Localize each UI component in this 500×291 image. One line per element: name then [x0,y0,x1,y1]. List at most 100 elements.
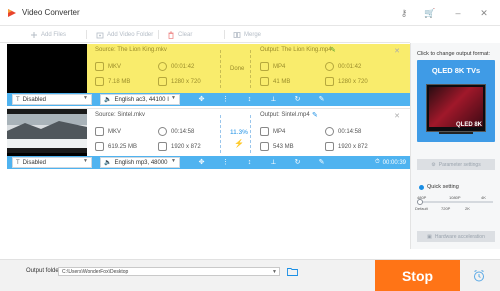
trim-icon[interactable]: ✥ [197,95,206,104]
add-files-button[interactable]: Add Files [30,29,66,40]
settings-icon: ⚙ [431,161,436,168]
quality-tick-label: 1080P [449,195,461,200]
clock-icon [325,62,334,71]
subtitle-dropdown[interactable]: T Disabled ▼ [12,94,92,105]
task-row[interactable]: Source: Sintel.mkv MKV 00:14:58 619.25 M… [7,108,410,159]
quality-slider[interactable] [417,199,493,205]
clear-button[interactable]: Clear [167,29,192,40]
cut-icon[interactable]: ↕ [245,158,254,167]
trim-icon[interactable]: ✥ [197,158,206,167]
hardware-acceleration-button[interactable]: ▣ Hardware acceleration [417,231,495,242]
edit-name-icon[interactable]: ✎ [330,46,336,54]
source-duration: 00:14:58 [158,127,194,136]
format-icon [95,127,104,136]
audio-value: English ac3, 44100 I [114,96,169,103]
clock-icon [158,62,167,71]
source-resolution: 1280 x 720 [158,77,201,86]
video-thumbnail[interactable] [7,44,87,94]
task-control-bar: T Disabled ▼ 🔈 English mp3, 48000 ▼ ✥ ⋮ … [7,156,410,169]
cart-icon[interactable]: 🛒 [424,7,436,19]
source-duration-value: 00:01:42 [171,63,195,70]
chip-icon: ▣ [427,233,432,240]
quality-tick-label: 720P [441,206,451,211]
add-video-folder-label: Add Video Folder [107,31,154,38]
merge-label: Merge [244,31,262,38]
clear-label: Clear [178,31,193,38]
source-size-value: 619.25 MB [108,143,138,150]
crop-icon[interactable]: ⟂ [269,95,278,104]
subtitle-icon: T [16,159,20,166]
task-progress: 11.3% [230,129,248,136]
edit-icon[interactable]: ✎ [317,158,326,167]
output-resolution-value: 1920 x 872 [338,143,368,150]
edit-name-icon[interactable]: ✎ [312,111,318,119]
title-bar: Video Converter ⚷ 🛒 – ✕ [0,0,500,26]
close-window-button[interactable]: ✕ [478,7,490,19]
audio-dropdown[interactable]: 🔈 English mp3, 48000 ▼ [100,157,180,168]
bottom-bar: Output folder: C:\Users\WonderFox\Deskto… [0,259,500,291]
remove-task-icon[interactable]: ✕ [394,47,400,55]
output-resolution: 1280 x 720 [325,77,368,86]
subtitle-icon: T [16,96,20,103]
edit-icon[interactable]: ✎ [317,95,326,104]
trash-icon [168,31,174,39]
hardware-acceleration-label: Hardware acceleration [434,233,485,240]
output-format-value: MP4 [273,63,286,70]
alarm-clock-icon[interactable] [472,269,486,283]
output-folder-field[interactable]: C:\Users\WonderFox\Desktop ▼ [58,267,280,276]
source-size-value: 7.18 MB [108,78,131,85]
chevron-down-icon: ▼ [171,158,176,164]
file-size-icon [95,142,104,151]
parameter-settings-button[interactable]: ⚙ Parameter settings [417,159,495,170]
key-icon[interactable]: ⚷ [398,7,410,19]
task-row[interactable]: Source: The Lion King.mkv MKV 00:01:42 7… [7,44,410,94]
output-format-value: MP4 [273,128,286,135]
audio-value: English mp3, 48000 [114,159,168,166]
slider-knob[interactable] [417,199,423,205]
add-files-label: Add Files [41,31,67,38]
resolution-icon [158,77,167,86]
parameter-settings-label: Parameter settings [438,161,481,168]
tv-label: QLED 8K [455,122,482,128]
toolbar: Add Files Add Video Folder Clear Merge [0,26,410,43]
clock-icon [325,127,334,136]
tv-stand [439,132,473,134]
quality-tick-label: 2K [465,206,470,211]
stopwatch-icon: ⏱ [374,159,380,165]
split-icon[interactable]: ⋮ [221,95,230,104]
output-size: 41 MB [260,77,290,86]
subtitle-dropdown[interactable]: T Disabled ▼ [12,157,92,168]
speaker-icon: 🔈 [104,160,112,166]
crop-icon[interactable]: ⟂ [269,158,278,167]
clock-icon [158,127,167,136]
folder-plus-icon [96,32,104,38]
open-folder-icon[interactable] [287,267,298,276]
audio-dropdown[interactable]: 🔈 English ac3, 44100 I ▼ [100,94,180,105]
toolbar-divider [86,30,87,39]
merge-button[interactable]: Merge [233,29,261,40]
source-resolution-value: 1280 x 720 [171,78,201,85]
rotate-icon[interactable]: ↻ [293,158,302,167]
output-format-selector[interactable]: QLED 8K TVs QLED 8K [417,60,495,142]
remove-task-icon[interactable]: ✕ [394,112,400,120]
video-thumbnail[interactable] [7,109,87,159]
cut-icon[interactable]: ↕ [245,95,254,104]
add-video-folder-button[interactable]: Add Video Folder [96,29,153,40]
output-size-value: 543 MB [273,143,294,150]
stop-button[interactable]: Stop [375,260,460,291]
output-label: Output: Sintel.mp4 [260,112,310,118]
resolution-icon [325,142,334,151]
output-duration: 00:01:42 [325,62,361,71]
file-size-icon [260,77,269,86]
rotate-icon[interactable]: ↻ [293,95,302,104]
stop-label: Stop [401,267,434,284]
subtitle-value: Disabled [22,96,47,103]
task-control-bar: T Disabled ▼ 🔈 English ac3, 44100 I ▼ ✥ … [7,93,410,106]
output-format-title: Click to change output format: [417,51,491,57]
file-size-icon [95,77,104,86]
video-frame [7,109,87,153]
merge-icon [233,31,241,38]
source-label: Source: The Lion King.mkv [95,47,167,53]
split-icon[interactable]: ⋮ [221,158,230,167]
minimize-button[interactable]: – [452,7,464,19]
